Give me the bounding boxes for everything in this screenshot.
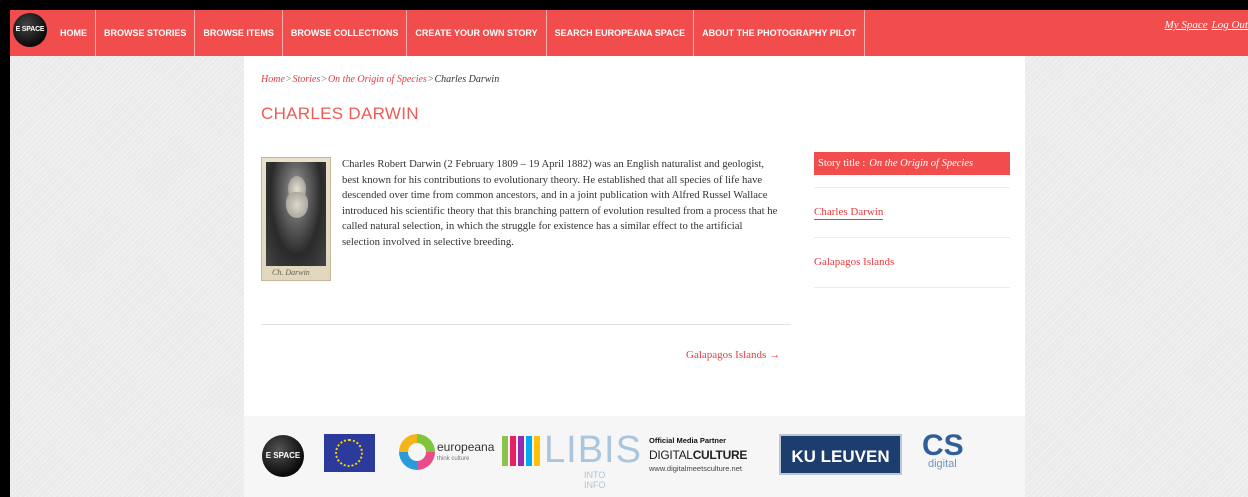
libis-bars-icon <box>502 436 542 466</box>
dmc-digital: DIGITAL <box>649 448 693 462</box>
log-out-link[interactable]: Log Out <box>1212 19 1248 31</box>
portrait-photo <box>266 162 326 266</box>
dmc-url: www.digitalmeetsculture.net <box>649 464 742 473</box>
partner-footer: E SPACE europeana think culture LIBIS IN… <box>244 416 1025 497</box>
espace-logo: E SPACE <box>13 13 47 47</box>
dmc-culture: CULTURE <box>692 448 748 462</box>
cs-sub: digital <box>928 458 957 470</box>
media-partner-label: Official Media Partner <box>649 436 727 445</box>
europeana-circle-icon <box>399 434 435 470</box>
breadcrumb-separator: > <box>285 74 292 85</box>
breadcrumb-separator: > <box>321 74 327 85</box>
nav-item-home[interactable]: HOME <box>52 10 95 56</box>
nav-item-browse-stories[interactable]: BROWSE STORIES <box>95 10 194 56</box>
ku-leuven-logo[interactable]: KU LEUVEN <box>779 434 902 475</box>
sidebar-item-label: Galapagos Islands <box>814 256 895 268</box>
nav-item-search[interactable]: SEARCH EUROPEANA SPACE <box>545 10 694 56</box>
content-divider <box>261 324 791 325</box>
page-title: CHARLES DARWIN <box>261 104 419 123</box>
window-frame-left <box>0 0 10 497</box>
portrait-beard <box>286 192 308 218</box>
breadcrumb-home[interactable]: Home <box>261 74 285 85</box>
breadcrumb: Home>Stories>On the Origin of Species>Ch… <box>261 74 499 85</box>
next-item-link[interactable]: Galapagos Islands → <box>686 349 780 361</box>
digital-meets-culture-logo[interactable]: Official Media Partner DIGITALCULTURE ww… <box>649 436 769 486</box>
top-navbar: E SPACE HOME BROWSE STORIES BROWSE ITEMS… <box>10 10 1248 56</box>
libis-name: LIBIS <box>544 429 642 471</box>
espace-footer-logo[interactable]: E SPACE <box>262 435 304 477</box>
europeana-logo[interactable]: europeana think culture <box>399 432 499 482</box>
breadcrumb-stories[interactable]: Stories <box>293 74 321 85</box>
sidebar-divider <box>814 287 1010 288</box>
breadcrumb-story[interactable]: On the Origin of Species <box>328 74 427 85</box>
eu-stars-icon <box>335 439 363 467</box>
libis-logo[interactable]: LIBIS INTO INFO <box>502 430 641 490</box>
main-content: Home>Stories>On the Origin of Species>Ch… <box>244 56 1025 497</box>
breadcrumb-current: Charles Darwin <box>434 74 500 85</box>
item-description: Charles Robert Darwin (2 February 1809 –… <box>342 158 778 248</box>
breadcrumb-separator: > <box>427 74 434 85</box>
sidebar-item-charles-darwin[interactable]: Charles Darwin <box>814 188 1010 237</box>
cs-digital-logo[interactable]: CS digital <box>922 430 982 480</box>
europeana-tagline: think culture <box>437 456 470 462</box>
user-links: My Space Log Out <box>1161 19 1248 31</box>
eu-flag-logo[interactable] <box>324 434 375 472</box>
sidebar-item-label: Charles Darwin <box>814 206 884 220</box>
portrait-signature: Ch. Darwin <box>272 268 310 277</box>
libis-tagline: INTO INFO <box>584 470 606 490</box>
nav-item-about[interactable]: ABOUT THE PHOTOGRAPHY PILOT <box>693 10 866 56</box>
story-sidebar: Story title : On the Origin of Species Ch… <box>814 152 1010 288</box>
sidebar-item-galapagos[interactable]: Galapagos Islands <box>814 238 1010 287</box>
nav-menu: HOME BROWSE STORIES BROWSE ITEMS BROWSE … <box>52 10 866 56</box>
espace-logo-link[interactable]: E SPACE <box>10 10 52 56</box>
dmc-wordmark: DIGITALCULTURE <box>649 448 747 462</box>
story-title-box: Story title : On the Origin of Species <box>814 152 1010 175</box>
darwin-portrait[interactable]: Ch. Darwin <box>261 157 331 281</box>
nav-item-browse-items[interactable]: BROWSE ITEMS <box>194 10 282 56</box>
window-frame-top <box>0 0 1248 10</box>
story-title-label: Story title : <box>818 158 866 169</box>
my-space-link[interactable]: My Space <box>1165 19 1208 31</box>
europeana-name: europeana <box>437 440 495 454</box>
nav-item-create-story[interactable]: CREATE YOUR OWN STORY <box>406 10 545 56</box>
nav-item-browse-collections[interactable]: BROWSE COLLECTIONS <box>281 10 407 56</box>
story-title-value[interactable]: On the Origin of Species <box>869 158 973 169</box>
